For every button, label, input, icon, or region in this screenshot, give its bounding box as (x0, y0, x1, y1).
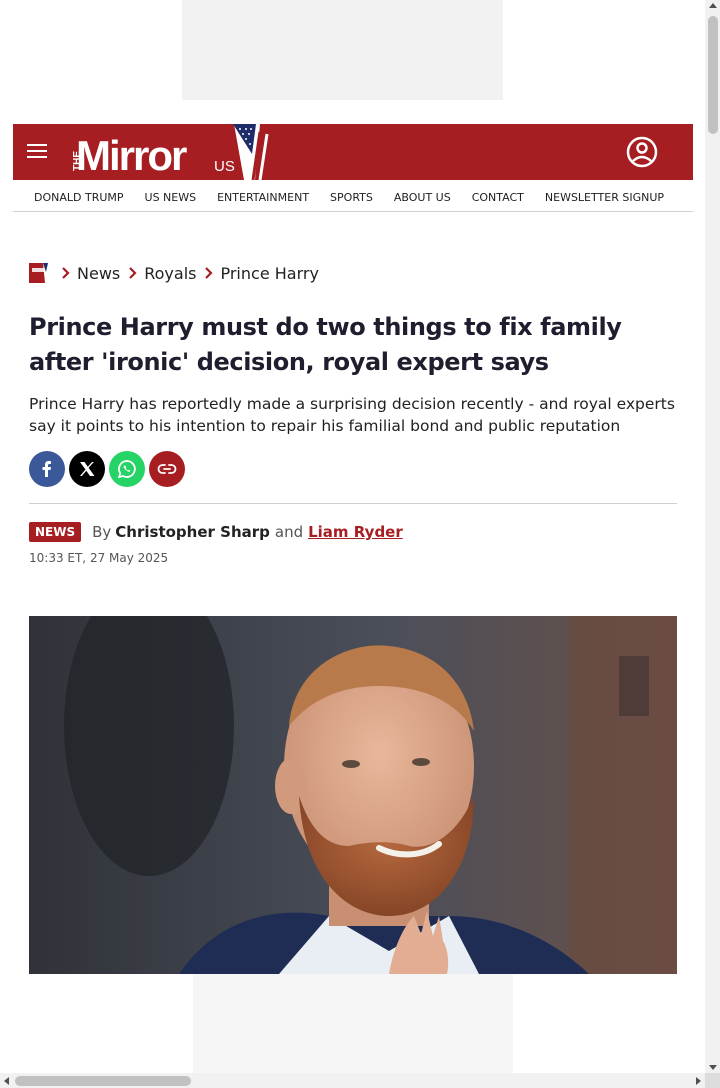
link-icon (157, 464, 177, 474)
vertical-scrollbar[interactable] (705, 0, 720, 1073)
divider (29, 503, 677, 504)
chevron-right-icon (129, 267, 137, 279)
author-link[interactable]: Liam Ryder (308, 523, 403, 541)
x-icon (80, 462, 95, 476)
menu-icon[interactable] (27, 144, 47, 160)
breadcrumb: News Royals Prince Harry (29, 262, 323, 284)
publish-timestamp: 10:33 ET, 27 May 2025 (29, 551, 169, 565)
home-logo-icon[interactable] (29, 263, 49, 283)
top-ad-slot (182, 0, 503, 100)
svg-text:Mirror: Mirror (76, 132, 187, 179)
byline: NEWS By Christopher Sharp and Liam Ryder (29, 519, 403, 545)
scroll-right-icon[interactable] (696, 1077, 701, 1085)
ad-placeholder (193, 974, 513, 1073)
nav-item-newsletter-signup[interactable]: NEWSLETTER SIGNUP (545, 191, 664, 204)
breadcrumb-news[interactable]: News (77, 264, 120, 283)
nav-item-about-us[interactable]: ABOUT US (394, 191, 451, 204)
x-share-button[interactable] (69, 451, 105, 487)
category-tag[interactable]: NEWS (29, 522, 82, 542)
horizontal-scrollbar[interactable] (0, 1073, 705, 1088)
bottom-ad-slot (13, 974, 693, 1073)
scrollbar-corner (705, 1073, 720, 1088)
site-logo[interactable]: THE Mirror US (60, 124, 270, 181)
scrollbar-thumb[interactable] (15, 1076, 191, 1086)
breadcrumb-royals[interactable]: Royals (144, 264, 196, 283)
scroll-down-icon[interactable] (709, 1065, 717, 1070)
byline-and: and (274, 523, 304, 541)
scroll-left-icon[interactable] (4, 1077, 9, 1085)
nav-item-us-news[interactable]: US NEWS (145, 191, 197, 204)
masthead: THE Mirror US (13, 124, 693, 181)
hero-image (29, 616, 677, 974)
main-nav: DONALD TRUMP US NEWS ENTERTAINMENT SPORT… (13, 183, 693, 212)
scrollbar-thumb[interactable] (708, 16, 718, 134)
svg-text:US: US (214, 158, 235, 175)
nav-item-donald-trump[interactable]: DONALD TRUMP (34, 191, 124, 204)
author-name: Christopher Sharp (115, 523, 270, 541)
share-bar (29, 451, 185, 487)
account-icon[interactable] (626, 136, 658, 168)
whatsapp-icon (117, 460, 136, 479)
chevron-right-icon (205, 267, 214, 279)
byline-by: By (92, 523, 112, 541)
article-standfirst: Prince Harry has reportedly made a surpr… (29, 395, 675, 435)
nav-item-entertainment[interactable]: ENTERTAINMENT (217, 191, 309, 204)
nav-item-sports[interactable]: SPORTS (330, 191, 373, 204)
breadcrumb-prince-harry[interactable]: Prince Harry (220, 264, 318, 283)
scroll-up-icon[interactable] (709, 3, 717, 8)
copy-link-button[interactable] (149, 451, 185, 487)
chevron-right-icon (62, 267, 70, 279)
article-headline: Prince Harry must do two things to fix f… (29, 313, 622, 376)
facebook-icon (42, 461, 51, 477)
nav-item-contact[interactable]: CONTACT (472, 191, 524, 204)
facebook-share-button[interactable] (29, 451, 65, 487)
whatsapp-share-button[interactable] (109, 451, 145, 487)
